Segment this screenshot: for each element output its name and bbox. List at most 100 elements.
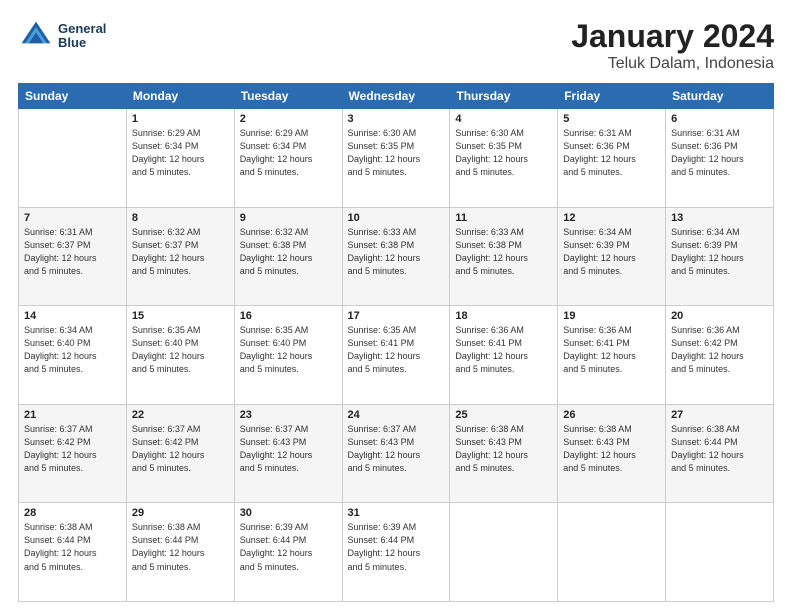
day-header-wednesday: Wednesday (342, 84, 450, 109)
day-info: Sunrise: 6:37 AMSunset: 6:42 PMDaylight:… (132, 423, 229, 475)
day-number: 9 (240, 212, 337, 224)
day-number: 5 (563, 113, 660, 125)
day-number: 22 (132, 409, 229, 421)
day-number: 31 (348, 507, 445, 519)
day-info: Sunrise: 6:29 AMSunset: 6:34 PMDaylight:… (132, 127, 229, 179)
calendar-cell: 24 Sunrise: 6:37 AMSunset: 6:43 PMDayligh… (342, 404, 450, 503)
week-row-4: 21 Sunrise: 6:37 AMSunset: 6:42 PMDayligh… (19, 404, 774, 503)
day-info: Sunrise: 6:36 AMSunset: 6:41 PMDaylight:… (563, 324, 660, 376)
calendar-cell: 25Sunrise: 6:38 AMSunset: 6:43 PMDayligh… (450, 404, 558, 503)
calendar-cell: 6 Sunrise: 6:31 AMSunset: 6:36 PMDaylight… (666, 109, 774, 208)
calendar-cell: 9 Sunrise: 6:32 AMSunset: 6:38 PMDaylight… (234, 207, 342, 306)
calendar-cell: 15 Sunrise: 6:35 AMSunset: 6:40 PMDayligh… (126, 306, 234, 405)
day-info: Sunrise: 6:33 AMSunset: 6:38 PMDaylight:… (455, 226, 552, 278)
logo-line1: General (58, 22, 106, 36)
day-info: Sunrise: 6:36 AMSunset: 6:41 PMDaylight:… (455, 324, 552, 376)
calendar-cell: 1 Sunrise: 6:29 AMSunset: 6:34 PMDaylight… (126, 109, 234, 208)
day-info: Sunrise: 6:34 AMSunset: 6:40 PMDaylight:… (24, 324, 121, 376)
calendar-cell (558, 503, 666, 602)
logo-text: General Blue (58, 22, 106, 51)
week-row-2: 7 Sunrise: 6:31 AMSunset: 6:37 PMDaylight… (19, 207, 774, 306)
day-info: Sunrise: 6:35 AMSunset: 6:40 PMDaylight:… (132, 324, 229, 376)
day-number: 14 (24, 310, 121, 322)
day-info: Sunrise: 6:30 AMSunset: 6:35 PMDaylight:… (348, 127, 445, 179)
calendar-cell: 12Sunrise: 6:34 AMSunset: 6:39 PMDayligh… (558, 207, 666, 306)
calendar-cell: 5 Sunrise: 6:31 AMSunset: 6:36 PMDaylight… (558, 109, 666, 208)
day-number: 7 (24, 212, 121, 224)
calendar-cell: 20 Sunrise: 6:36 AMSunset: 6:42 PMDayligh… (666, 306, 774, 405)
day-info: Sunrise: 6:38 AMSunset: 6:44 PMDaylight:… (132, 521, 229, 573)
day-number: 10 (348, 212, 445, 224)
calendar-cell: 19 Sunrise: 6:36 AMSunset: 6:41 PMDayligh… (558, 306, 666, 405)
day-info: Sunrise: 6:31 AMSunset: 6:36 PMDaylight:… (563, 127, 660, 179)
day-info: Sunrise: 6:30 AMSunset: 6:35 PMDaylight:… (455, 127, 552, 179)
day-number: 23 (240, 409, 337, 421)
day-number: 11 (455, 212, 552, 224)
day-header-thursday: Thursday (450, 84, 558, 109)
day-info: Sunrise: 6:31 AMSunset: 6:36 PMDaylight:… (671, 127, 768, 179)
calendar-cell: 4 Sunrise: 6:30 AMSunset: 6:35 PMDaylight… (450, 109, 558, 208)
calendar-cell: 29 Sunrise: 6:38 AMSunset: 6:44 PMDayligh… (126, 503, 234, 602)
day-number: 30 (240, 507, 337, 519)
day-number: 27 (671, 409, 768, 421)
day-number: 20 (671, 310, 768, 322)
day-number: 13 (671, 212, 768, 224)
day-info: Sunrise: 6:37 AMSunset: 6:42 PMDaylight:… (24, 423, 121, 475)
day-number: 21 (24, 409, 121, 421)
day-header-friday: Friday (558, 84, 666, 109)
calendar-table: SundayMondayTuesdayWednesdayThursdayFrid… (18, 83, 774, 602)
calendar-cell: 22 Sunrise: 6:37 AMSunset: 6:42 PMDayligh… (126, 404, 234, 503)
day-number: 16 (240, 310, 337, 322)
day-info: Sunrise: 6:38 AMSunset: 6:43 PMDaylight:… (455, 423, 552, 475)
day-number: 29 (132, 507, 229, 519)
day-number: 6 (671, 113, 768, 125)
calendar-cell (450, 503, 558, 602)
calendar-cell: 7 Sunrise: 6:31 AMSunset: 6:37 PMDaylight… (19, 207, 127, 306)
calendar-cell: 30Sunrise: 6:39 AMSunset: 6:44 PMDayligh… (234, 503, 342, 602)
day-number: 19 (563, 310, 660, 322)
calendar-subtitle: Teluk Dalam, Indonesia (571, 55, 774, 73)
day-header-sunday: Sunday (19, 84, 127, 109)
day-number: 1 (132, 113, 229, 125)
day-info: Sunrise: 6:35 AMSunset: 6:40 PMDaylight:… (240, 324, 337, 376)
calendar-cell: 17Sunrise: 6:35 AMSunset: 6:41 PMDayligh… (342, 306, 450, 405)
day-number: 8 (132, 212, 229, 224)
calendar-cell: 14 Sunrise: 6:34 AMSunset: 6:40 PMDayligh… (19, 306, 127, 405)
day-info: Sunrise: 6:31 AMSunset: 6:37 PMDaylight:… (24, 226, 121, 278)
day-info: Sunrise: 6:32 AMSunset: 6:38 PMDaylight:… (240, 226, 337, 278)
day-info: Sunrise: 6:37 AMSunset: 6:43 PMDaylight:… (348, 423, 445, 475)
week-row-1: 1 Sunrise: 6:29 AMSunset: 6:34 PMDaylight… (19, 109, 774, 208)
day-header-monday: Monday (126, 84, 234, 109)
calendar-cell: 10 Sunrise: 6:33 AMSunset: 6:38 PMDayligh… (342, 207, 450, 306)
calendar-cell (19, 109, 127, 208)
calendar-cell: 3 Sunrise: 6:30 AMSunset: 6:35 PMDaylight… (342, 109, 450, 208)
day-info: Sunrise: 6:38 AMSunset: 6:44 PMDaylight:… (24, 521, 121, 573)
calendar-cell: 16 Sunrise: 6:35 AMSunset: 6:40 PMDayligh… (234, 306, 342, 405)
logo-line2: Blue (58, 36, 106, 50)
day-number: 3 (348, 113, 445, 125)
header-row: SundayMondayTuesdayWednesdayThursdayFrid… (19, 84, 774, 109)
calendar-cell: 13 Sunrise: 6:34 AMSunset: 6:39 PMDayligh… (666, 207, 774, 306)
day-info: Sunrise: 6:34 AMSunset: 6:39 PMDaylight:… (563, 226, 660, 278)
day-info: Sunrise: 6:34 AMSunset: 6:39 PMDaylight:… (671, 226, 768, 278)
logo: General Blue (18, 18, 106, 54)
logo-icon (18, 18, 54, 54)
day-info: Sunrise: 6:36 AMSunset: 6:42 PMDaylight:… (671, 324, 768, 376)
calendar-cell (666, 503, 774, 602)
day-info: Sunrise: 6:38 AMSunset: 6:44 PMDaylight:… (671, 423, 768, 475)
day-number: 15 (132, 310, 229, 322)
calendar-cell: 23Sunrise: 6:37 AMSunset: 6:43 PMDayligh… (234, 404, 342, 503)
calendar-cell: 21 Sunrise: 6:37 AMSunset: 6:42 PMDayligh… (19, 404, 127, 503)
calendar-title: January 2024 (571, 18, 774, 55)
week-row-3: 14 Sunrise: 6:34 AMSunset: 6:40 PMDayligh… (19, 306, 774, 405)
day-number: 18 (455, 310, 552, 322)
day-info: Sunrise: 6:38 AMSunset: 6:43 PMDaylight:… (563, 423, 660, 475)
day-info: Sunrise: 6:35 AMSunset: 6:41 PMDaylight:… (348, 324, 445, 376)
day-info: Sunrise: 6:33 AMSunset: 6:38 PMDaylight:… (348, 226, 445, 278)
day-number: 4 (455, 113, 552, 125)
day-number: 24 (348, 409, 445, 421)
calendar-cell: 2Sunrise: 6:29 AMSunset: 6:34 PMDaylight… (234, 109, 342, 208)
day-info: Sunrise: 6:32 AMSunset: 6:37 PMDaylight:… (132, 226, 229, 278)
day-header-saturday: Saturday (666, 84, 774, 109)
page: General Blue January 2024 Teluk Dalam, I… (0, 0, 792, 612)
